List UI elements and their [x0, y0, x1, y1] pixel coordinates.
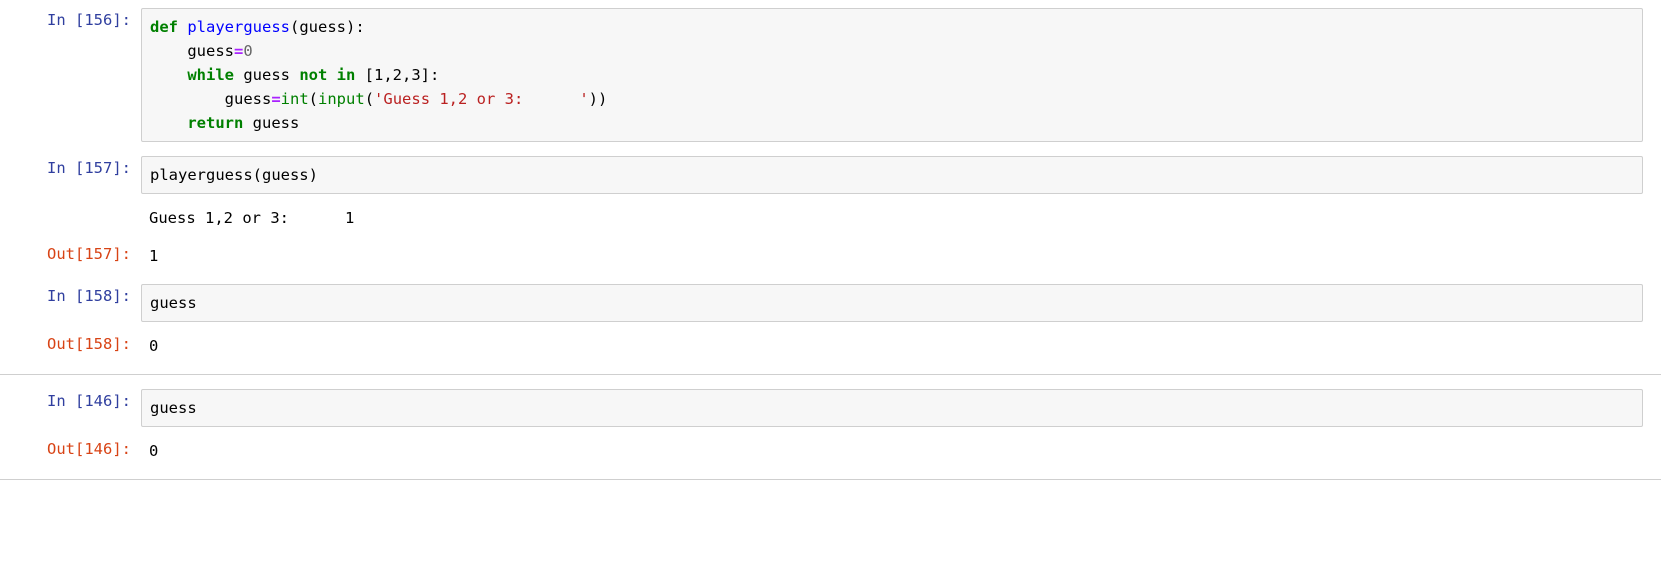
- code-source-157[interactable]: playerguess(guess): [150, 163, 1634, 187]
- token-function-name: playerguess: [187, 18, 290, 36]
- token-builtin-int: int: [280, 90, 309, 108]
- token-name-guess-5: guess: [243, 114, 300, 132]
- token-paren-open: (: [290, 18, 300, 36]
- output-prompt-146[interactable]: Out[146]:: [0, 437, 141, 461]
- token-space-1: [178, 18, 187, 36]
- cell-result-output-row-158: Out[158]: 0: [0, 332, 1661, 360]
- token-keyword-while: while: [187, 66, 234, 84]
- cell-bottom-spacer-158: [0, 360, 1661, 374]
- notebook-cell-156[interactable]: In [156]: def playerguess(guess): guess=…: [0, 0, 1661, 142]
- token-indent-5: [150, 114, 187, 132]
- result-output-area-157: 1: [141, 242, 1643, 270]
- input-prompt-146[interactable]: In [146]:: [0, 389, 141, 413]
- stream-output-text-157: Guess 1,2 or 3: 1: [149, 209, 355, 227]
- code-editor-156[interactable]: def playerguess(guess): guess=0 while gu…: [141, 8, 1643, 142]
- cell-bottom-spacer-146: [0, 465, 1661, 479]
- stream-output-area-157: Guess 1,2 or 3: 1: [141, 204, 1643, 232]
- token-number-zero: 0: [243, 42, 253, 60]
- token-colon-1: :: [355, 18, 365, 36]
- token-parens-close: )): [588, 90, 608, 108]
- token-name-guess-3: guess: [234, 66, 300, 84]
- notebook-cell-158[interactable]: In [158]: guess Out[158]: 0: [0, 284, 1661, 374]
- result-gap-158: [0, 322, 1661, 332]
- cell-stream-output-row-157: Guess 1,2 or 3: 1: [0, 204, 1661, 232]
- cell-input-row: In [157]: playerguess(guess): [0, 156, 1661, 194]
- token-indent-3: [150, 66, 187, 84]
- cell-result-output-row-157: Out[157]: 1: [0, 242, 1661, 270]
- code-source-158[interactable]: guess: [150, 291, 1634, 315]
- code-source-146[interactable]: guess: [150, 396, 1634, 420]
- result-output-text-158: 0: [149, 337, 159, 355]
- jupyter-notebook: In [156]: def playerguess(guess): guess=…: [0, 0, 1661, 577]
- cell-result-output-row-146: Out[146]: 0: [0, 437, 1661, 465]
- code-editor-158[interactable]: guess: [141, 284, 1643, 322]
- code-editor-146[interactable]: guess: [141, 389, 1643, 427]
- token-keyword-def: def: [150, 18, 178, 36]
- token-operator-assign-2: =: [234, 42, 244, 60]
- cell-gap-2: [0, 270, 1661, 284]
- token-builtin-input: input: [318, 90, 365, 108]
- output-gap-157: [0, 194, 1661, 204]
- token-string-prompt: 'Guess 1,2 or 3: ': [374, 90, 589, 108]
- token-keyword-return: return: [187, 114, 244, 132]
- cell-input-row: In [146]: guess: [0, 389, 1661, 427]
- token-indent-4: [150, 90, 225, 108]
- cell-input-row: In [156]: def playerguess(guess): guess=…: [0, 8, 1661, 142]
- token-indent-2: [150, 42, 187, 60]
- token-arg-guess: guess: [299, 18, 347, 36]
- cell-input-row: In [158]: guess: [0, 284, 1661, 322]
- token-operator-assign-4: =: [271, 90, 281, 108]
- input-prompt-156[interactable]: In [156]:: [0, 8, 141, 32]
- token-paren-close: ): [346, 18, 356, 36]
- cell-top-spacer: [0, 0, 1661, 8]
- input-prompt-158[interactable]: In [158]:: [0, 284, 141, 308]
- token-paren-input-open: (: [364, 90, 375, 108]
- code-editor-157[interactable]: playerguess(guess): [141, 156, 1643, 194]
- output-prompt-158[interactable]: Out[158]:: [0, 332, 141, 356]
- notebook-cell-146[interactable]: In [146]: guess Out[146]: 0: [0, 374, 1661, 480]
- result-gap-157: [0, 232, 1661, 242]
- result-gap-146: [0, 427, 1661, 437]
- output-prompt-157[interactable]: Out[157]:: [0, 242, 141, 266]
- token-space-3: [327, 66, 336, 84]
- cell-gap-1: [0, 142, 1661, 156]
- result-output-text-157: 1: [149, 247, 159, 265]
- code-source-156[interactable]: def playerguess(guess): guess=0 while gu…: [150, 15, 1634, 135]
- result-output-area-146: 0: [141, 437, 1643, 465]
- cell-top-spacer-146: [0, 375, 1661, 389]
- result-output-text-146: 0: [149, 442, 159, 460]
- token-list-literal: [1,2,3]:: [355, 66, 440, 84]
- token-name-guess-2: guess: [187, 42, 234, 60]
- token-keyword-not: not: [299, 66, 328, 84]
- result-output-area-158: 0: [141, 332, 1643, 360]
- token-keyword-in: in: [336, 66, 356, 84]
- input-prompt-157[interactable]: In [157]:: [0, 156, 141, 180]
- token-paren-int-open: (: [308, 90, 319, 108]
- notebook-cell-157[interactable]: In [157]: playerguess(guess) Guess 1,2 o…: [0, 156, 1661, 270]
- token-name-guess-4: guess: [224, 90, 272, 108]
